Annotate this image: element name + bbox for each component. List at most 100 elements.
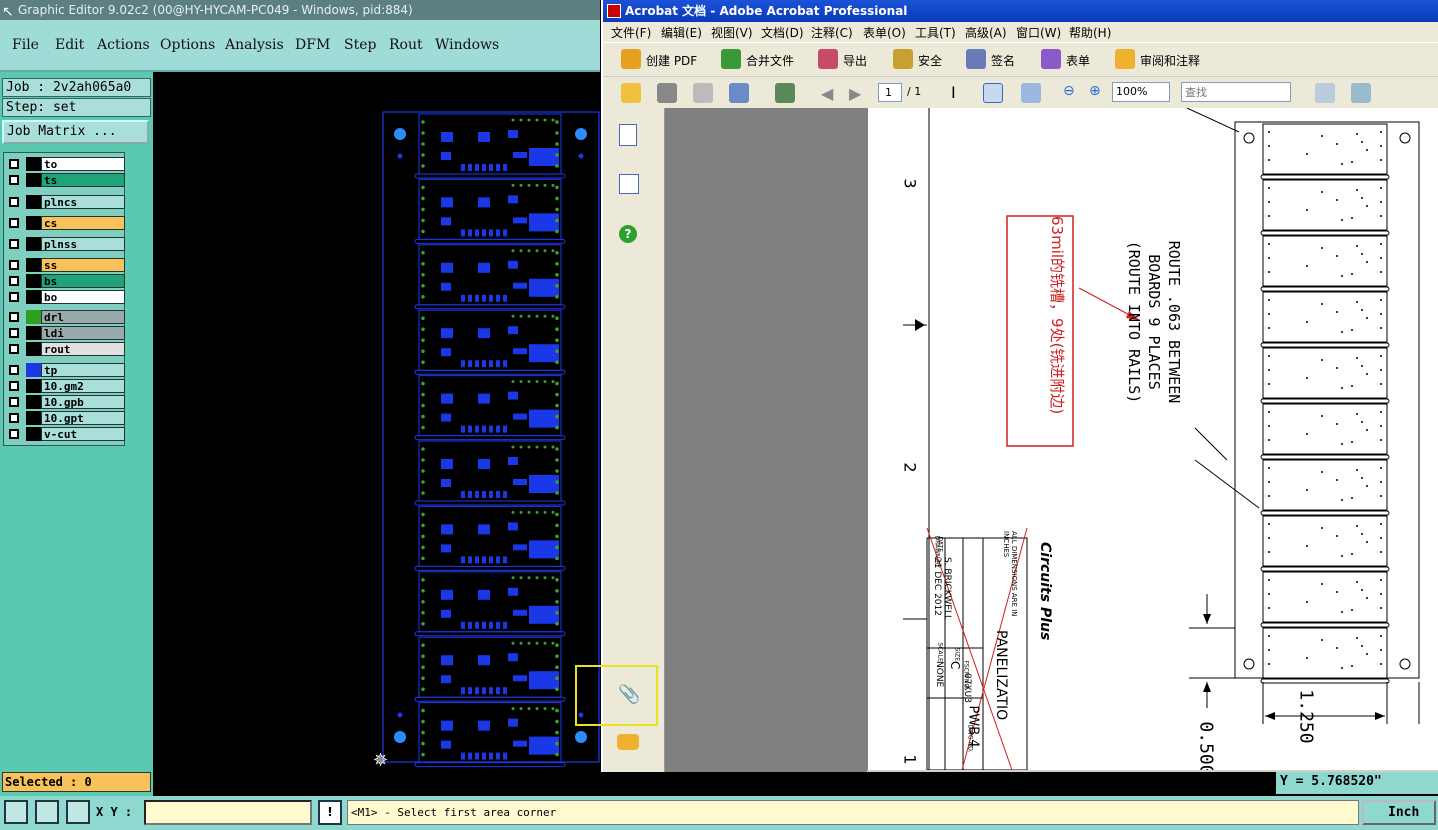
layer-row-cs[interactable]: cs [7, 216, 125, 230]
fit-width-icon[interactable] [1351, 83, 1371, 103]
zoom-out-icon[interactable]: ⊖ [1063, 83, 1075, 99]
layer-name[interactable]: 10.gpt [41, 411, 125, 425]
layer-checkbox[interactable] [9, 292, 19, 302]
zoom-select[interactable]: 100% [1112, 82, 1170, 102]
acro-menu-file[interactable]: 文件(F) [611, 24, 651, 41]
zoom-in-icon[interactable]: ⊕ [1089, 83, 1101, 99]
help-icon[interactable]: ? [619, 225, 637, 243]
layer-checkbox[interactable] [9, 344, 19, 354]
prev-page-icon[interactable]: ◀ [821, 84, 833, 103]
forms-button[interactable]: 表单 [1066, 52, 1090, 69]
next-page-icon[interactable]: ▶ [849, 84, 861, 103]
layer-checkbox[interactable] [9, 159, 19, 169]
warning-button[interactable]: ! [318, 800, 342, 825]
layer-checkbox[interactable] [9, 429, 19, 439]
acro-menu-help[interactable]: 帮助(H) [1069, 24, 1111, 41]
sign-button[interactable]: 签名 [991, 52, 1015, 69]
layer-row-10.gm2[interactable]: 10.gm2 [7, 379, 125, 393]
review-comment-button[interactable]: 审阅和注释 [1140, 52, 1200, 69]
layer-checkbox[interactable] [9, 260, 19, 270]
acro-menu-window[interactable]: 窗口(W) [1016, 24, 1061, 41]
measure-icon[interactable] [35, 800, 59, 824]
pdf-page[interactable]: 3 2 1 63mil的铣槽，9处(铣进附边) ROUTE .063 BETWE… [867, 108, 1438, 770]
save-icon[interactable] [693, 83, 713, 103]
find-input[interactable] [1181, 82, 1291, 102]
layer-checkbox[interactable] [9, 239, 19, 249]
layer-name[interactable]: plnss [41, 237, 125, 251]
layer-checkbox[interactable] [9, 218, 19, 228]
layer-row-to[interactable]: to [7, 157, 125, 171]
layer-checkbox[interactable] [9, 381, 19, 391]
export-button[interactable]: 导出 [843, 52, 867, 69]
layer-name[interactable]: bo [41, 290, 125, 304]
xy-input[interactable] [144, 800, 312, 825]
layer-name[interactable]: drl [41, 310, 125, 324]
menu-file[interactable]: File [12, 37, 39, 53]
layer-row-ss[interactable]: ss [7, 258, 125, 272]
layer-name[interactable]: v-cut [41, 427, 125, 441]
acro-menu-forms[interactable]: 表单(O) [863, 24, 906, 41]
layer-checkbox[interactable] [9, 365, 19, 375]
layer-name[interactable]: plncs [41, 195, 125, 209]
layer-name[interactable]: rout [41, 342, 125, 356]
zoom-area-icon[interactable] [4, 800, 28, 824]
layer-row-bo[interactable]: bo [7, 290, 125, 304]
layer-name[interactable]: cs [41, 216, 125, 230]
layer-checkbox[interactable] [9, 175, 19, 185]
comments-icon[interactable] [617, 734, 639, 750]
acro-menu-view[interactable]: 视图(V) [711, 24, 753, 41]
layer-checkbox[interactable] [9, 413, 19, 423]
fit-page-icon[interactable] [1315, 83, 1335, 103]
zoom-tool-icon[interactable] [1021, 83, 1041, 103]
layer-row-10.gpt[interactable]: 10.gpt [7, 411, 125, 425]
menu-rout[interactable]: Rout [389, 37, 423, 53]
acro-menu-document[interactable]: 文档(D) [761, 24, 804, 41]
layer-checkbox[interactable] [9, 312, 19, 322]
create-pdf-button[interactable]: 创建 PDF [646, 52, 697, 69]
layer-name[interactable]: bs [41, 274, 125, 288]
layer-checkbox[interactable] [9, 328, 19, 338]
page-number-input[interactable]: 1 [878, 83, 902, 102]
layer-row-10.gpb[interactable]: 10.gpb [7, 395, 125, 409]
layer-name[interactable]: to [41, 157, 125, 171]
layer-name[interactable]: 10.gpb [41, 395, 125, 409]
layer-row-plncs[interactable]: plncs [7, 195, 125, 209]
layer-row-drl[interactable]: drl [7, 310, 125, 324]
layer-row-rout[interactable]: rout [7, 342, 125, 356]
layer-row-v-cut[interactable]: v-cut [7, 427, 125, 441]
combine-files-button[interactable]: 合并文件 [746, 52, 794, 69]
layer-name[interactable]: ss [41, 258, 125, 272]
menu-options[interactable]: Options [160, 37, 215, 53]
open-folder-icon[interactable] [621, 83, 641, 103]
menu-analysis[interactable]: Analysis [225, 37, 284, 53]
layer-row-ts[interactable]: ts [7, 173, 125, 187]
layer-row-plnss[interactable]: plnss [7, 237, 125, 251]
image-icon[interactable] [775, 83, 795, 103]
email-icon[interactable] [729, 83, 749, 103]
menu-actions[interactable]: Actions [97, 37, 150, 53]
print-icon[interactable] [657, 83, 677, 103]
menu-windows[interactable]: Windows [435, 37, 499, 53]
layer-checkbox[interactable] [9, 276, 19, 286]
layer-row-tp[interactable]: tp [7, 363, 125, 377]
layer-name[interactable]: ldi [41, 326, 125, 340]
layer-checkbox[interactable] [9, 397, 19, 407]
layer-row-bs[interactable]: bs [7, 274, 125, 288]
layer-row-ldi[interactable]: ldi [7, 326, 125, 340]
acro-menu-tools[interactable]: 工具(T) [915, 24, 956, 41]
layer-name[interactable]: ts [41, 173, 125, 187]
job-matrix-button[interactable]: Job Matrix ... [2, 120, 149, 144]
security-button[interactable]: 安全 [918, 52, 942, 69]
hand-tool-icon[interactable] [983, 83, 1003, 103]
menu-dfm[interactable]: DFM [295, 37, 330, 53]
layer-name[interactable]: 10.gm2 [41, 379, 125, 393]
menu-step[interactable]: Step [344, 37, 376, 53]
menu-edit[interactable]: Edit [55, 37, 84, 53]
signatures-icon[interactable] [619, 174, 639, 194]
units-select[interactable]: Inch [1362, 800, 1436, 825]
acro-menu-comments[interactable]: 注释(C) [811, 24, 853, 41]
grid-icon[interactable] [66, 800, 90, 824]
pages-icon[interactable] [619, 124, 637, 146]
layer-name[interactable]: tp [41, 363, 125, 377]
acro-menu-advanced[interactable]: 高级(A) [965, 24, 1007, 41]
